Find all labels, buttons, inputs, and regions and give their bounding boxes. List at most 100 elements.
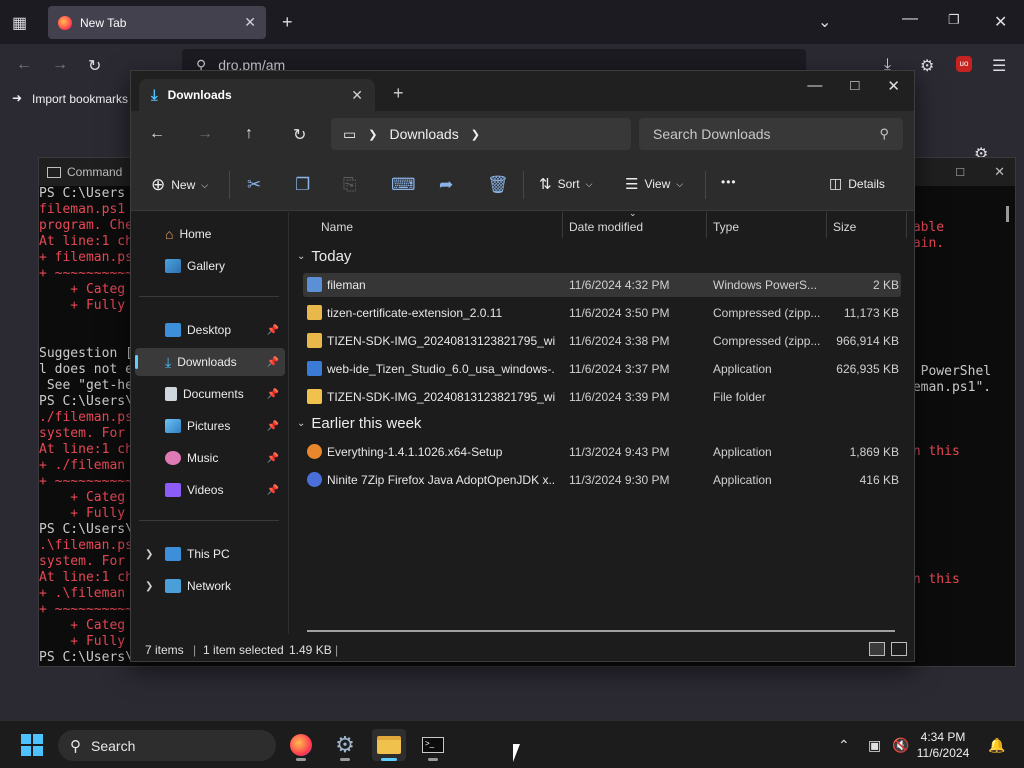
pin-icon[interactable]: 📌 [267, 389, 279, 400]
file-row[interactable]: web-ide_Tizen_Studio_6.0_usa_windows-...… [303, 357, 901, 381]
file-row[interactable]: TIZEN-SDK-IMG_20240813123821795_win... 11… [303, 329, 901, 353]
minimize-icon[interactable]: — [807, 77, 822, 95]
pin-icon[interactable]: 📌 [267, 421, 279, 432]
share-icon[interactable]: ➦ [439, 175, 453, 195]
close-tab-icon[interactable]: ✕ [351, 87, 363, 104]
taskbar-file-explorer[interactable] [372, 729, 406, 761]
copy-icon[interactable]: ❐ [295, 175, 310, 195]
show-hidden-icons-chevron-icon[interactable]: ⌃ [838, 737, 850, 754]
taskbar-search[interactable]: ⚲ Search [58, 730, 276, 761]
file-row[interactable]: tizen-certificate-extension_2.0.11 11/6/2… [303, 301, 901, 325]
back-icon[interactable]: ← [149, 125, 165, 143]
import-bookmarks-link[interactable]: Import bookmarks [32, 92, 128, 106]
details-view-icon[interactable] [869, 642, 885, 656]
chevron-right-icon[interactable]: ❯ [145, 549, 153, 560]
horizontal-scrollbar[interactable] [307, 630, 895, 632]
taskbar-settings[interactable]: ⚙ [328, 729, 362, 761]
network-icon [165, 579, 181, 593]
column-name[interactable]: Name [321, 220, 353, 234]
chevron-down-icon: ⌵ [585, 178, 593, 189]
file-row[interactable]: TIZEN-SDK-IMG_20240813123821795_win... 11… [303, 385, 901, 409]
sidebar-item-gallery[interactable]: Gallery [135, 252, 285, 280]
close-window-icon[interactable]: ✕ [994, 12, 1007, 32]
zip-folder-icon [307, 305, 322, 320]
download-arrow-icon: ⤓ [151, 86, 158, 104]
minimize-icon[interactable]: — [902, 10, 918, 28]
file-type: Application [713, 473, 772, 487]
file-explorer-window[interactable]: ⤓ Downloads ✕ + — □ ✕ ← → ↑ ↻ ▭ ❯ Downlo… [130, 70, 915, 662]
view-label: View [644, 177, 671, 191]
pin-icon[interactable]: 📌 [267, 485, 279, 496]
terminal-close-icon[interactable]: ✕ [994, 164, 1005, 180]
menu-icon[interactable]: ☰ [992, 56, 1006, 76]
taskbar-terminal[interactable]: >_ [416, 729, 450, 761]
sidebar-item-music[interactable]: Music 📌 [135, 444, 285, 472]
file-row[interactable]: Everything-1.4.1.1026.x64-Setup 11/3/2024… [303, 440, 901, 464]
up-icon[interactable]: ↑ [245, 125, 253, 143]
file-row[interactable]: Ninite 7Zip Firefox Java AdoptOpenJDK x.… [303, 468, 901, 492]
tab-overflow-chevron-icon[interactable]: ⌄ [818, 12, 831, 32]
more-options-icon[interactable]: ••• [721, 175, 737, 189]
paste-icon[interactable]: ⎘ [343, 175, 357, 195]
group-header-earlier[interactable]: ⌄ Earlier this week [297, 415, 421, 432]
firefox-tab[interactable]: New Tab ✕ [48, 6, 266, 39]
notifications-bell-icon[interactable]: 🔔 [988, 737, 1005, 754]
taskbar-firefox[interactable] [284, 729, 318, 761]
new-tab-icon[interactable]: + [393, 83, 404, 104]
sidebar-item-home[interactable]: ⌂ Home [135, 220, 285, 248]
sidebar-item-this-pc[interactable]: ❯ This PC [135, 540, 285, 568]
view-button[interactable]: ☰ View ⌵ [625, 175, 683, 193]
this-pc-icon: ▭ [343, 125, 357, 142]
search-input[interactable]: Search Downloads ⚲ [639, 118, 903, 150]
column-size[interactable]: Size [833, 220, 856, 234]
breadcrumb-downloads[interactable]: Downloads [389, 126, 458, 142]
pin-icon[interactable]: 📌 [267, 453, 279, 464]
new-button[interactable]: ⊕ New ⌵ [151, 175, 208, 195]
chevron-right-icon[interactable]: ❯ [145, 581, 153, 592]
forward-icon[interactable]: → [52, 56, 68, 74]
explorer-tab[interactable]: ⤓ Downloads ✕ [139, 79, 375, 111]
forward-icon[interactable]: → [197, 125, 213, 143]
column-date-modified[interactable]: Date modified [569, 220, 643, 234]
sidebar-item-network[interactable]: ❯ Network [135, 572, 285, 600]
maximize-icon[interactable]: □ [850, 77, 859, 95]
volume-muted-icon[interactable]: 🔇 [892, 737, 909, 754]
sort-button[interactable]: ⇅ Sort ⌵ [539, 175, 592, 193]
start-button[interactable] [21, 734, 43, 756]
sidebar-item-videos[interactable]: Videos 📌 [135, 476, 285, 504]
details-button[interactable]: ◫ Details [829, 175, 885, 192]
extensions-icon[interactable]: ⚙ [920, 56, 934, 76]
restore-icon[interactable]: ❐ [948, 12, 960, 28]
clock[interactable]: 4:34 PM 11/6/2024 [912, 729, 974, 761]
column-type[interactable]: Type [713, 220, 739, 234]
close-tab-icon[interactable]: ✕ [244, 14, 256, 31]
status-bar: 7 items | 1 item selected 1.49 KB | [131, 634, 914, 661]
rename-icon[interactable]: ⌨ [391, 175, 416, 195]
cut-icon[interactable]: ✂ [247, 175, 261, 195]
tab-list-icon[interactable]: ▦ [12, 13, 27, 33]
close-window-icon[interactable]: ✕ [887, 77, 900, 95]
pin-icon[interactable]: 📌 [267, 325, 279, 336]
pin-icon[interactable]: 📌 [267, 357, 279, 368]
file-row[interactable]: fileman 11/6/2024 4:32 PM Windows PowerS..… [303, 273, 901, 297]
group-header-today[interactable]: ⌄ Today [297, 248, 351, 265]
breadcrumb[interactable]: ▭ ❯ Downloads ❯ [331, 118, 631, 150]
new-tab-icon[interactable]: + [282, 12, 293, 33]
sidebar-item-documents[interactable]: Documents 📌 [135, 380, 285, 408]
sidebar-label: Videos [187, 483, 224, 497]
cmd-icon [47, 166, 61, 178]
network-icon[interactable]: ▣ [868, 737, 881, 754]
folder-icon [307, 389, 322, 404]
terminal-restore-icon[interactable]: □ [956, 164, 964, 180]
back-icon[interactable]: ← [16, 56, 32, 74]
chevron-right-icon[interactable]: ❯ [471, 128, 480, 141]
sidebar-item-desktop[interactable]: Desktop 📌 [135, 316, 285, 344]
reload-icon[interactable]: ↻ [88, 56, 101, 76]
ublock-icon[interactable]: uo [956, 56, 972, 72]
sidebar-item-downloads[interactable]: ⤓ Downloads 📌 [135, 348, 285, 376]
delete-icon[interactable]: 🗑 [487, 175, 509, 195]
sidebar-item-pictures[interactable]: Pictures 📌 [135, 412, 285, 440]
tiles-view-icon[interactable] [891, 642, 907, 656]
refresh-icon[interactable]: ↻ [293, 125, 306, 145]
chevron-down-icon: ⌵ [676, 178, 684, 189]
